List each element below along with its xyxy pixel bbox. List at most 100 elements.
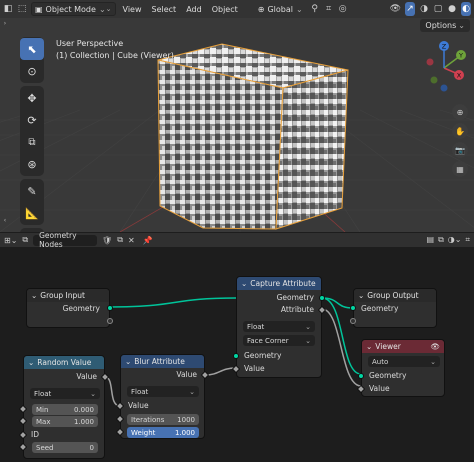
- pencil-icon: ✎: [27, 184, 37, 198]
- camera-view-button[interactable]: 📷: [452, 142, 468, 158]
- blur-iterations-field[interactable]: Iterations 1000: [127, 414, 199, 425]
- node-editor-canvas[interactable]: ⌄ Group Input Geometry ⌄ Capture Attribute…: [0, 247, 474, 462]
- move-tool[interactable]: ✥: [20, 87, 44, 109]
- group-output-title: Group Output: [367, 291, 419, 300]
- menu-object[interactable]: Object: [209, 2, 241, 16]
- capture-attribute-node[interactable]: ⌄ Capture Attribute Geometry Attribute Fl…: [231, 276, 327, 378]
- capture-domain-dropdown[interactable]: Face Corner: [243, 335, 315, 346]
- group-input-empty-socket[interactable]: [107, 318, 113, 324]
- node-editor-header: ⊞⌄ ⧉ Geometry Nodes 🛡 ⧉ ✕ 📌 ▤ ⧉ ◑⌄ ⌗: [0, 231, 474, 249]
- perspective-toggle-button[interactable]: ▦: [452, 161, 468, 177]
- close-icon[interactable]: ✕: [128, 236, 135, 245]
- node-tree-name[interactable]: Geometry Nodes: [33, 231, 98, 249]
- rotate-icon: ⟳: [27, 113, 37, 127]
- viewer-domain-dropdown[interactable]: Auto: [368, 356, 440, 367]
- scale-tool[interactable]: ⧉: [20, 131, 44, 153]
- group-output-geometry-socket[interactable]: [350, 305, 356, 311]
- pan-button[interactable]: ✋: [452, 123, 468, 139]
- hand-icon: ✋: [455, 126, 465, 136]
- layers-icon[interactable]: ⧉: [438, 235, 444, 245]
- transform-orientation-dropdown[interactable]: ⊕ Global ⌄: [255, 2, 306, 16]
- collection-info: (1) Collection | Cube (Viewer): [56, 51, 174, 60]
- expand-arrow-icon[interactable]: ›: [4, 20, 6, 27]
- select-box-icon[interactable]: ⬚: [17, 2, 27, 16]
- overlay-icon[interactable]: ◑: [419, 2, 429, 16]
- group-output-node[interactable]: ⌄ Group Output Geometry: [350, 288, 437, 328]
- viewer-geometry-label: Geometry: [369, 371, 407, 380]
- snap-icon[interactable]: ⌗: [324, 2, 334, 16]
- capture-in-geometry-socket[interactable]: [233, 353, 239, 359]
- group-input-geometry-socket[interactable]: [107, 305, 113, 311]
- blur-weight-field[interactable]: Weight 1.000: [127, 427, 199, 438]
- capture-out-geometry-socket[interactable]: [319, 295, 325, 301]
- expand-arrow-icon[interactable]: ‹: [4, 217, 6, 224]
- menu-view[interactable]: View: [120, 2, 145, 16]
- group-output-header[interactable]: ⌄ Group Output: [354, 289, 436, 302]
- 3d-viewport[interactable]: ◧ ⬚ ▣Object Mode⌄ View Select Add Object…: [0, 0, 474, 232]
- duplicate-icon[interactable]: ⧉: [117, 235, 123, 245]
- mode-dropdown[interactable]: ▣ Object Mode ⌄: [30, 2, 116, 16]
- viewer-geometry-socket[interactable]: [358, 373, 364, 379]
- grid-line: [0, 109, 121, 172]
- blur-attribute-header[interactable]: ⌄ Blur Attribute: [121, 355, 204, 368]
- random-min-field[interactable]: Min 0.000: [32, 404, 98, 415]
- y-axis-label: Y: [458, 52, 463, 60]
- annotate-tool-group: ✎ 📐: [20, 179, 44, 225]
- pin-icon[interactable]: 📌: [143, 236, 153, 245]
- image-icon[interactable]: ▤: [427, 235, 435, 245]
- blur-iterations-label: Iterations: [131, 415, 165, 424]
- navigation-gizmo[interactable]: Z Y X: [414, 36, 474, 96]
- capture-type-dropdown[interactable]: Float: [243, 321, 315, 332]
- proportional-edit-icon[interactable]: ◎: [338, 2, 348, 16]
- editor-type-icon[interactable]: ◧: [3, 2, 13, 16]
- transform-tool[interactable]: ⊛: [20, 153, 44, 175]
- zoom-button[interactable]: ⊕: [452, 104, 468, 120]
- x-axis-label: X: [457, 72, 462, 80]
- viewer-node[interactable]: ⌄Viewer 👁 Auto Geometry Value: [356, 339, 445, 397]
- shading-solid-icon[interactable]: ●: [447, 2, 457, 16]
- options-button[interactable]: Options ⌄: [420, 19, 470, 32]
- viewport-scene[interactable]: [0, 0, 474, 232]
- viewport-info: User Perspective (1) Collection | Cube (…: [56, 38, 174, 62]
- group-output-empty-socket[interactable]: [350, 318, 356, 324]
- visibility-icon[interactable]: 👁: [390, 2, 401, 16]
- fake-user-icon[interactable]: 🛡: [102, 236, 112, 245]
- z-axis-label: Z: [442, 43, 447, 51]
- annotate-tool[interactable]: ✎: [20, 180, 44, 202]
- shading-material-icon[interactable]: ◐: [461, 2, 471, 16]
- random-value-header[interactable]: ⌄ Random Value: [24, 356, 104, 369]
- neg-z-axis-handle[interactable]: [440, 84, 448, 92]
- eye-icon[interactable]: 👁: [430, 342, 440, 351]
- neg-x-axis-handle[interactable]: [426, 58, 434, 66]
- group-input-node[interactable]: ⌄ Group Input Geometry: [26, 288, 113, 328]
- viewer-header[interactable]: ⌄ Viewer 👁: [362, 340, 444, 353]
- random-max-field[interactable]: Max 1.000: [32, 416, 98, 427]
- cursor-tool[interactable]: ⊙: [20, 60, 44, 82]
- random-id-label: ID: [31, 430, 39, 439]
- mode-icon: ▣: [34, 4, 43, 14]
- blur-attribute-node[interactable]: ⌄Blur Attribute Value Float Value Iterat…: [115, 354, 210, 439]
- random-value-node[interactable]: ⌄Random Value Value Float Min 0.000 Max 1.…: [18, 355, 110, 459]
- select-tool[interactable]: ⬉: [20, 38, 44, 60]
- menu-add[interactable]: Add: [183, 2, 205, 16]
- pivot-icon[interactable]: ⚲: [310, 2, 320, 16]
- blur-type-dropdown[interactable]: Float: [127, 386, 199, 397]
- xray-icon[interactable]: ▢: [433, 2, 443, 16]
- scale-icon: ⧉: [28, 136, 36, 148]
- snap-icon[interactable]: ⌗: [465, 235, 470, 245]
- collapse-chevron-icon: ⌄: [28, 358, 35, 367]
- gizmo-toggle-icon[interactable]: ↗: [405, 2, 416, 16]
- cursor-icon: ⬉: [27, 42, 37, 56]
- editor-type-icon[interactable]: ⊞⌄: [4, 236, 17, 245]
- capture-out-geometry-label: Geometry: [276, 293, 314, 302]
- measure-tool[interactable]: 📐: [20, 202, 44, 224]
- rotate-tool[interactable]: ⟳: [20, 109, 44, 131]
- blur-weight-label: Weight: [131, 428, 156, 437]
- neg-y-axis-handle[interactable]: [430, 76, 438, 84]
- capture-attribute-header[interactable]: ⌄ Capture Attribute: [237, 277, 321, 290]
- random-seed-field[interactable]: Seed 0: [32, 442, 98, 453]
- menu-select[interactable]: Select: [149, 2, 180, 16]
- overlay-icon[interactable]: ◑⌄: [448, 235, 462, 245]
- group-input-header[interactable]: ⌄ Group Input: [27, 289, 109, 302]
- random-type-dropdown[interactable]: Float: [30, 388, 100, 399]
